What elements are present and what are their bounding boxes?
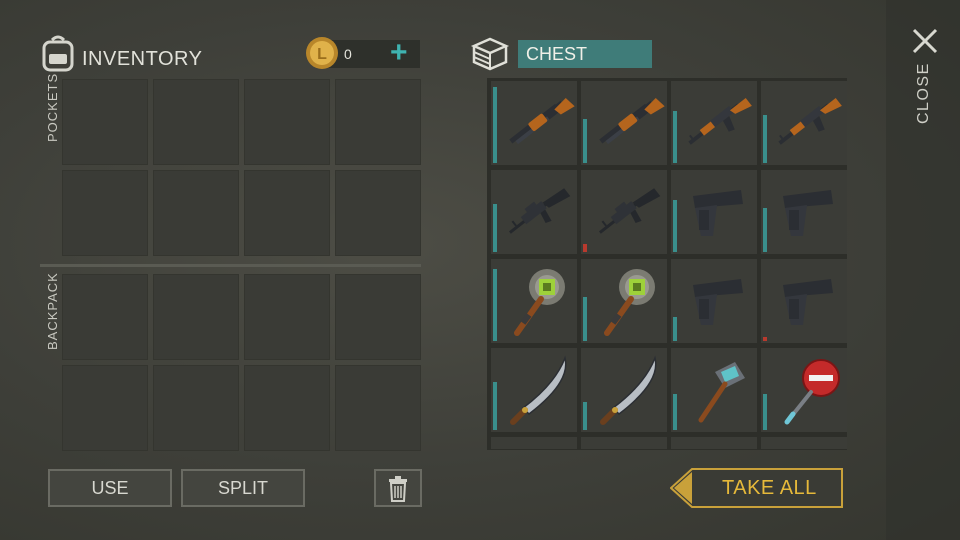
chest-slot[interactable] — [761, 170, 847, 254]
durability-bar — [673, 200, 677, 252]
pistol-icon — [783, 279, 833, 325]
chest-slot[interactable] — [491, 81, 577, 165]
pocket-slot[interactable] — [244, 79, 330, 165]
add-coins-button[interactable]: + — [390, 38, 408, 68]
backpack-slot[interactable] — [244, 365, 330, 451]
saw-blade-mace-icon — [514, 269, 565, 336]
chest-slot[interactable] — [671, 348, 757, 432]
chest-slot[interactable] — [761, 437, 847, 449]
pistol-icon — [693, 279, 743, 325]
chest-slot[interactable] — [491, 437, 577, 449]
durability-bar — [493, 269, 497, 341]
durability-bar — [493, 87, 497, 163]
backpack-slot[interactable] — [335, 365, 421, 451]
machete-icon — [600, 355, 657, 425]
durability-bar — [673, 111, 677, 163]
chest-slot[interactable] — [491, 348, 577, 432]
chest-slot[interactable] — [581, 170, 667, 254]
inventory-title: INVENTORY — [82, 48, 203, 70]
chest-grid — [487, 78, 847, 450]
backpack-icon — [42, 35, 74, 72]
pocket-slot[interactable] — [335, 170, 421, 256]
m16-rifle-icon — [508, 188, 571, 234]
assault-rifle-icon — [688, 98, 752, 145]
pocket-slot[interactable] — [153, 79, 239, 165]
chest-slot[interactable] — [581, 81, 667, 165]
backpack-slot[interactable] — [153, 274, 239, 360]
durability-bar — [583, 244, 587, 252]
durability-bar — [763, 208, 767, 252]
durability-bar — [673, 317, 677, 341]
pistol-icon — [783, 190, 833, 236]
stop-sign-axe-icon — [784, 359, 840, 425]
close-button[interactable]: CLOSE — [915, 62, 933, 124]
chest-slot[interactable] — [761, 259, 847, 343]
sledgehammer-icon — [698, 362, 745, 423]
trash-icon — [389, 476, 407, 502]
pump-shotgun-icon — [509, 98, 575, 145]
pocket-slot[interactable] — [62, 170, 148, 256]
chest-slot[interactable] — [671, 437, 757, 449]
durability-bar — [583, 119, 587, 163]
coin-icon: L — [306, 37, 338, 69]
durability-bar — [583, 297, 587, 341]
chest-slot[interactable] — [491, 170, 577, 254]
pocket-slot[interactable] — [153, 170, 239, 256]
pockets-label: POCKETS — [45, 72, 60, 142]
backpack-slot[interactable] — [62, 365, 148, 451]
chest-slot[interactable] — [581, 437, 667, 449]
chest-slot[interactable] — [491, 259, 577, 343]
chest-slot[interactable] — [671, 259, 757, 343]
pump-shotgun-icon — [599, 98, 665, 145]
durability-bar — [583, 402, 587, 430]
chest-slot[interactable] — [671, 170, 757, 254]
coin-value: 0 — [344, 46, 352, 62]
saw-blade-mace-icon — [604, 269, 655, 336]
svg-text:L: L — [317, 46, 327, 63]
durability-bar — [763, 394, 767, 430]
pistol-icon — [693, 190, 743, 236]
split-button[interactable]: SPLIT — [181, 469, 305, 507]
durability-bar — [673, 394, 677, 430]
backpack-slot[interactable] — [335, 274, 421, 360]
chest-slot[interactable] — [761, 348, 847, 432]
trash-button[interactable] — [374, 469, 422, 507]
durability-bar — [493, 204, 497, 252]
backpack-slot[interactable] — [62, 274, 148, 360]
crate-icon — [470, 37, 510, 71]
use-button[interactable]: USE — [48, 469, 172, 507]
backpack-slot[interactable] — [153, 365, 239, 451]
pocket-slot[interactable] — [335, 79, 421, 165]
chest-slot[interactable] — [581, 348, 667, 432]
assault-rifle-icon — [778, 98, 842, 145]
chest-title: CHEST — [526, 44, 588, 64]
pocket-slot[interactable] — [62, 79, 148, 165]
chest-slot[interactable] — [671, 81, 757, 165]
durability-bar — [763, 115, 767, 163]
close-icon[interactable] — [910, 26, 940, 56]
section-divider — [40, 264, 421, 267]
pocket-slot[interactable] — [244, 170, 330, 256]
take-all-label: TAKE ALL — [722, 477, 817, 499]
backpack-label: BACKPACK — [45, 272, 60, 350]
durability-bar — [763, 337, 767, 341]
machete-icon — [510, 355, 567, 425]
durability-bar — [493, 382, 497, 430]
chest-slot[interactable] — [581, 259, 667, 343]
m16-rifle-icon — [598, 188, 661, 234]
backpack-slot[interactable] — [244, 274, 330, 360]
chest-slot[interactable] — [761, 81, 847, 165]
